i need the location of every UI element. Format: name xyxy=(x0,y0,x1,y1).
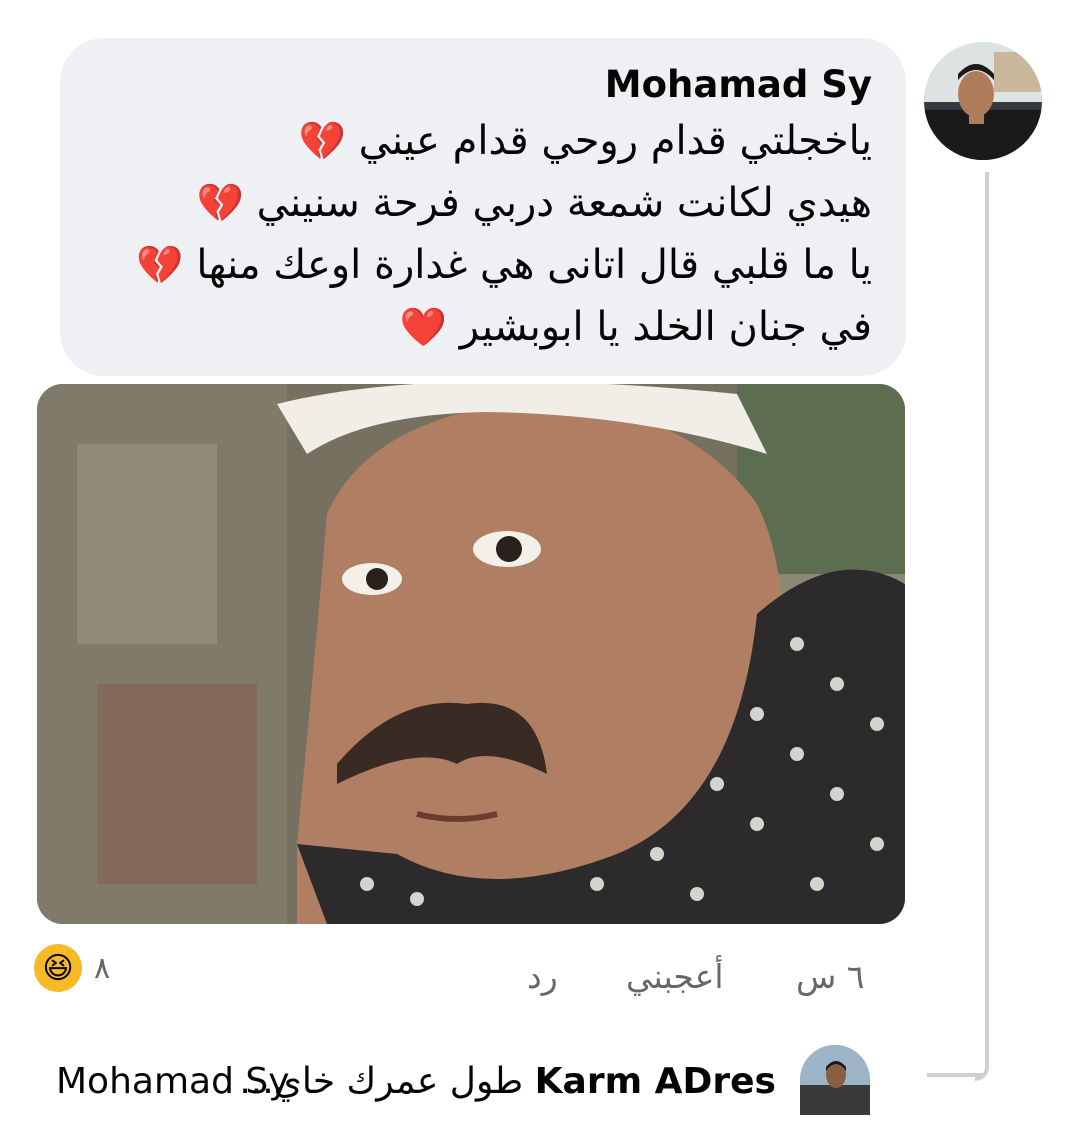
broken-heart-icon: 💔 xyxy=(196,181,244,225)
commenter-avatar[interactable] xyxy=(924,42,1042,160)
thread-connector-line xyxy=(975,172,989,1081)
comment-line: في جنان الخلد يا ابوبشير ❤️ xyxy=(399,304,872,350)
comment-photo[interactable] xyxy=(37,384,905,924)
reaction-summary[interactable]: 😆 ٨ xyxy=(34,944,110,992)
comment-line: هيدي لكانت شمعة دربي فرحة سنيني 💔 xyxy=(196,180,872,226)
like-button[interactable]: أعجبني xyxy=(626,952,724,1002)
red-heart-icon: ❤️ xyxy=(399,305,448,349)
thread-connector-branch xyxy=(927,1073,985,1077)
comment-line: ياخجلتي قدام روحي قدام عيني 💔 xyxy=(298,118,872,164)
reply-preview[interactable]: Karm ADres طول عمرك خاي... xyxy=(239,1055,776,1109)
broken-heart-icon: 💔 xyxy=(136,243,184,287)
broken-heart-icon: 💔 xyxy=(298,119,346,163)
reply-avatar[interactable] xyxy=(800,1045,870,1115)
laughing-face-icon: 😆 xyxy=(34,944,82,992)
reply-author[interactable]: Karm ADres xyxy=(535,1061,776,1102)
reply-mention[interactable]: Mohamad Sy xyxy=(56,1055,290,1109)
comment-line: يا ما قلبي قال اتانى هي غدارة اوعك منها … xyxy=(136,242,872,288)
comment-bubble: Mohamad Sy ياخجلتي قدام روحي قدام عيني 💔… xyxy=(60,38,906,376)
comment-author[interactable]: Mohamad Sy xyxy=(94,60,872,110)
comment-timestamp[interactable]: ٦ س xyxy=(796,952,865,1002)
reaction-count: ٨ xyxy=(94,950,111,986)
reply-button[interactable]: رد xyxy=(527,952,558,1002)
